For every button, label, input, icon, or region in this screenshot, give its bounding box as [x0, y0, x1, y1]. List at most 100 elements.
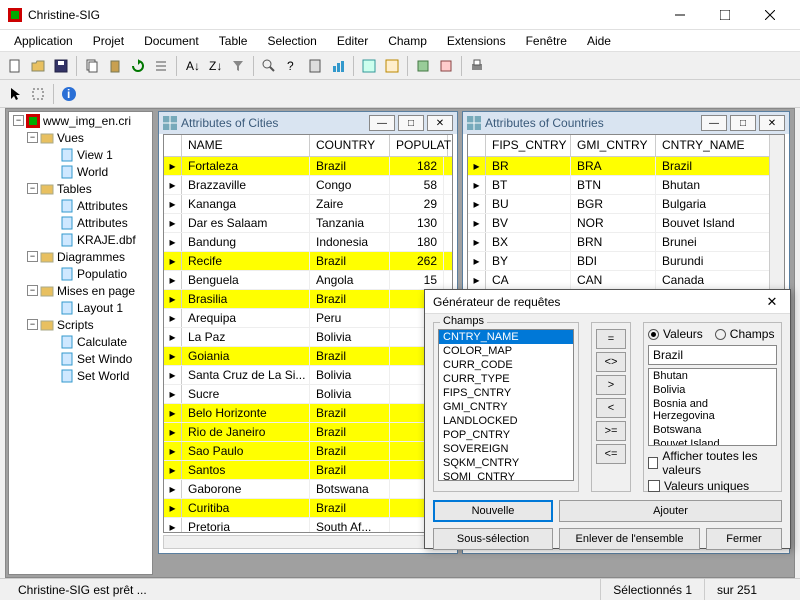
radio-values[interactable]: Valeurs [648, 327, 703, 341]
menu-table[interactable]: Table [209, 32, 258, 50]
col-fips[interactable]: FIPS_CNTRY [486, 135, 571, 156]
list-item[interactable]: CNTRY_NAME [439, 330, 573, 344]
query-icon[interactable]: ? [281, 55, 303, 77]
chk-showall[interactable]: Afficher toutes les valeurs [648, 449, 777, 477]
pointer-icon[interactable] [4, 83, 26, 105]
h-scrollbar[interactable] [163, 535, 453, 549]
table-row[interactable]: ▸Sao PauloBrazil [164, 442, 452, 461]
table-row[interactable]: ▸BTBTNBhutan [468, 176, 784, 195]
maximize-button[interactable]: □ [730, 115, 756, 131]
tree-item[interactable]: Attributes [9, 214, 152, 231]
info-icon[interactable]: i [58, 83, 80, 105]
minimize-button[interactable]: — [369, 115, 395, 131]
sort-desc-icon[interactable]: Z↓ [204, 55, 226, 77]
tree-item[interactable]: World [9, 163, 152, 180]
tree-item[interactable]: KRAJE.dbf [9, 231, 152, 248]
print-icon[interactable] [466, 55, 488, 77]
table-row[interactable]: ▸RecifeBrazil262 [164, 252, 452, 271]
op-button[interactable]: <= [596, 444, 626, 464]
tree-scripts[interactable]: −Scripts [9, 316, 152, 333]
list-icon[interactable] [150, 55, 172, 77]
tree-diagrammes[interactable]: −Diagrammes [9, 248, 152, 265]
list-item[interactable]: Bouvet Island [649, 437, 776, 446]
table-row[interactable]: ▸BXBRNBrunei [468, 233, 784, 252]
col-cname[interactable]: CNTRY_NAME [656, 135, 784, 156]
table-row[interactable]: ▸BVNORBouvet Island [468, 214, 784, 233]
menu-fenêtre[interactable]: Fenêtre [516, 32, 577, 50]
col-gmi[interactable]: GMI_CNTRY [571, 135, 656, 156]
tree-tables[interactable]: −Tables [9, 180, 152, 197]
table-row[interactable]: ▸SantosBrazil [164, 461, 452, 480]
list-item[interactable]: Botswana [649, 423, 776, 437]
table-row[interactable]: ▸BenguelaAngola15 [164, 271, 452, 290]
tree-item[interactable]: View 1 [9, 146, 152, 163]
list-item[interactable]: GMI_CNTRY [439, 400, 573, 414]
op-button[interactable]: >= [596, 421, 626, 441]
table-row[interactable]: ▸Belo HorizonteBrazil [164, 404, 452, 423]
list-item[interactable]: FIPS_CNTRY [439, 386, 573, 400]
table-row[interactable]: ▸BrazzavilleCongo58 [164, 176, 452, 195]
menu-document[interactable]: Document [134, 32, 209, 50]
menu-editer[interactable]: Editer [327, 32, 378, 50]
tree-item[interactable]: Set World [9, 367, 152, 384]
open-icon[interactable] [27, 55, 49, 77]
tree-item[interactable]: Layout 1 [9, 299, 152, 316]
values-listbox[interactable]: BhutanBoliviaBosnia and HerzegovinaBotsw… [648, 368, 777, 446]
menu-aide[interactable]: Aide [577, 32, 621, 50]
close-button[interactable]: ✕ [759, 115, 785, 131]
list-item[interactable]: SQMI_CNTRY [439, 470, 573, 481]
tree-item[interactable]: Calculate [9, 333, 152, 350]
dialog-titlebar[interactable]: Générateur de requêtes ✕ [425, 290, 790, 314]
table-row[interactable]: ▸BandungIndonesia180 [164, 233, 452, 252]
refresh-icon[interactable] [127, 55, 149, 77]
maximize-button[interactable]: □ [398, 115, 424, 131]
minimize-button[interactable]: — [701, 115, 727, 131]
new-icon[interactable] [4, 55, 26, 77]
add-button[interactable]: Ajouter [559, 500, 782, 522]
close-button[interactable]: ✕ [427, 115, 453, 131]
op-button[interactable]: > [596, 375, 626, 395]
table-row[interactable]: ▸ArequipaPeru [164, 309, 452, 328]
table-row[interactable]: ▸La PazBolivia [164, 328, 452, 347]
tree-item[interactable]: Set Windo [9, 350, 152, 367]
chk-unique[interactable]: Valeurs uniques [648, 479, 777, 493]
project-tree[interactable]: −www_img_en.cri−VuesView 1World−Tables At… [8, 111, 153, 575]
table-row[interactable]: ▸FortalezaBrazil182 [164, 157, 452, 176]
table-row[interactable]: ▸KanangaZaire29 [164, 195, 452, 214]
value-input[interactable] [648, 345, 777, 365]
calc-icon[interactable] [304, 55, 326, 77]
save-icon[interactable] [50, 55, 72, 77]
op-button[interactable]: = [596, 329, 626, 349]
layout-icon[interactable] [381, 55, 403, 77]
paste-icon[interactable] [104, 55, 126, 77]
fields-listbox[interactable]: CNTRY_NAMECOLOR_MAPCURR_CODECURR_TYPEFIP… [438, 329, 574, 481]
radio-fields[interactable]: Champs [715, 327, 775, 341]
chart-icon[interactable] [358, 55, 380, 77]
new-button[interactable]: Nouvelle [433, 500, 553, 522]
col-name[interactable]: NAME [182, 135, 310, 156]
cities-titlebar[interactable]: Attributes of Cities — □ ✕ [159, 112, 457, 134]
tree-item[interactable]: Populatio [9, 265, 152, 282]
list-item[interactable]: CURR_CODE [439, 358, 573, 372]
list-item[interactable]: SOVEREIGN [439, 442, 573, 456]
col-country[interactable]: COUNTRY [310, 135, 390, 156]
table-row[interactable]: ▸CACANCanada [468, 271, 784, 290]
menu-application[interactable]: Application [4, 32, 83, 50]
table-row[interactable]: ▸BYBDIBurundi [468, 252, 784, 271]
minimize-button[interactable] [657, 0, 702, 30]
sort-asc-icon[interactable]: A↓ [181, 55, 203, 77]
copy-icon[interactable] [81, 55, 103, 77]
tree-vues[interactable]: −Vues [9, 129, 152, 146]
list-item[interactable]: LANDLOCKED [439, 414, 573, 428]
cities-grid[interactable]: NAME COUNTRY POPULAT ▸FortalezaBrazil182… [163, 134, 453, 533]
menu-extensions[interactable]: Extensions [437, 32, 516, 50]
subselect-button[interactable]: Sous-sélection [433, 528, 553, 550]
menu-projet[interactable]: Projet [83, 32, 134, 50]
table-row[interactable]: ▸BRBRABrazil [468, 157, 784, 176]
table-row[interactable]: ▸Rio de JaneiroBrazil [164, 423, 452, 442]
find-icon[interactable] [258, 55, 280, 77]
list-item[interactable]: Bosnia and Herzegovina [649, 397, 776, 423]
countries-titlebar[interactable]: Attributes of Countries — □ ✕ [463, 112, 789, 134]
tree-root[interactable]: −www_img_en.cri [9, 112, 152, 129]
tool1-icon[interactable] [412, 55, 434, 77]
